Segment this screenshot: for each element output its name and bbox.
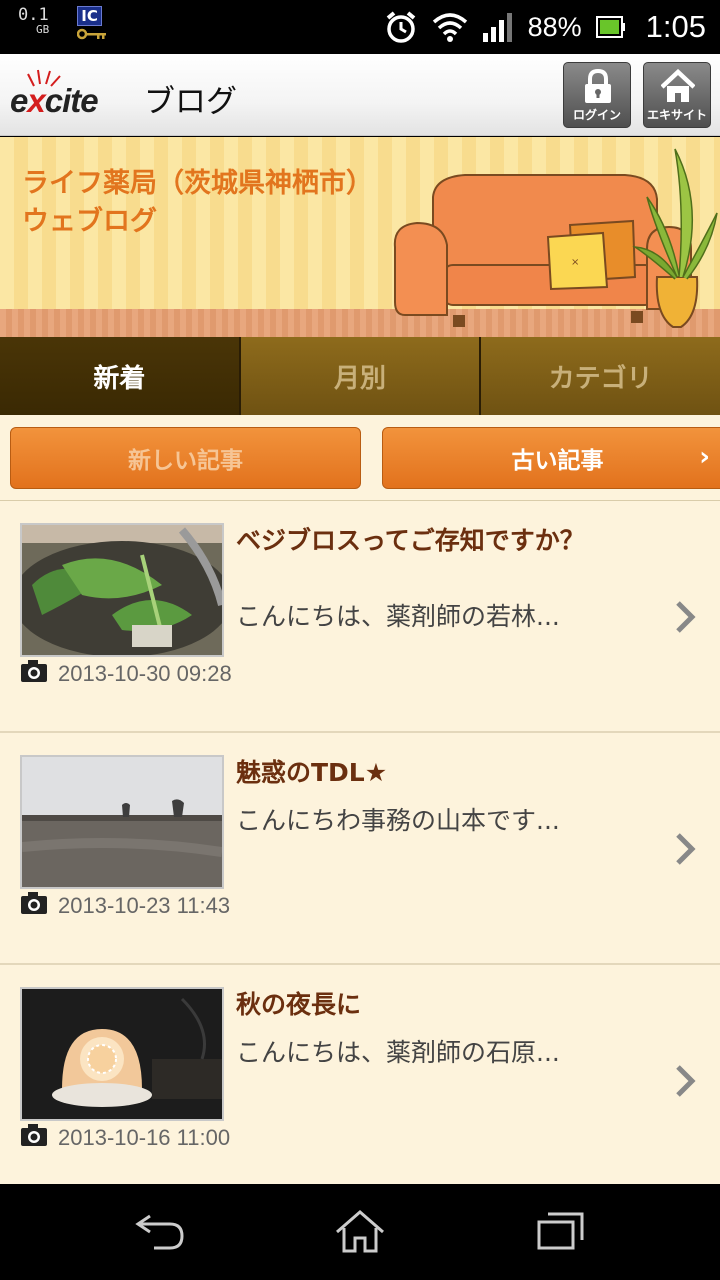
excite-logo[interactable]: excite bbox=[10, 68, 134, 122]
login-button[interactable]: ログイン bbox=[563, 62, 631, 128]
post-title: 魅惑のTDL★ bbox=[236, 758, 388, 787]
data-usage-indicator: 0.1 GB bbox=[18, 6, 49, 36]
chevron-right-icon bbox=[676, 601, 696, 633]
alarm-icon bbox=[386, 11, 415, 43]
key-icon bbox=[77, 28, 107, 40]
chevron-right-icon bbox=[676, 833, 696, 865]
newer-posts-button[interactable]: 新しい記事 bbox=[10, 427, 361, 489]
app-header: excite ブログ ログイン エキサイト bbox=[0, 54, 720, 136]
back-icon[interactable] bbox=[134, 1208, 186, 1252]
battery-icon bbox=[595, 16, 625, 38]
camera-icon bbox=[21, 892, 47, 914]
post-thumbnail bbox=[20, 523, 224, 657]
older-posts-label: 古い記事 bbox=[511, 448, 604, 474]
newer-posts-label: 新しい記事 bbox=[128, 448, 243, 474]
blog-title-line2: ウェブログ bbox=[22, 206, 157, 237]
post-excerpt: こんにちは、薬剤師の石原... bbox=[236, 1038, 560, 1067]
post-excerpt: こんにちわ事務の山本です... bbox=[236, 806, 560, 835]
data-usage-unit: GB bbox=[36, 23, 50, 36]
ic-card-icon: IC bbox=[77, 6, 107, 42]
svg-text:×: × bbox=[571, 257, 579, 268]
post-list: 新しい記事 古い記事 › ベジブロスってご存知ですか？ こんにちは、薬剤師の若林… bbox=[0, 415, 720, 1184]
battery-percent: 88% bbox=[527, 11, 582, 42]
ic-card-label: IC bbox=[77, 6, 102, 26]
status-bar: 0.1 GB IC 88% 1:05 bbox=[0, 0, 720, 54]
camera-icon bbox=[21, 1124, 47, 1146]
older-posts-button[interactable]: 古い記事 › bbox=[382, 427, 720, 489]
home-icon[interactable] bbox=[334, 1208, 386, 1254]
post-date: 2013-10-23 11:43 bbox=[58, 893, 231, 918]
clock: 1:05 bbox=[645, 9, 706, 44]
tab-new[interactable]: 新着 bbox=[0, 337, 241, 415]
system-nav-bar bbox=[0, 1184, 720, 1280]
list-item[interactable]: 秋の夜長に こんにちは、薬剤師の石原... 2013-10-16 11:00 bbox=[0, 965, 720, 1184]
lock-icon bbox=[585, 69, 611, 103]
post-title: 秋の夜長に bbox=[236, 990, 362, 1019]
post-excerpt: こんにちは、薬剤師の若林... bbox=[236, 602, 560, 631]
list-item[interactable]: ベジブロスってご存知ですか？ こんにちは、薬剤師の若林... 2013-10-3… bbox=[0, 501, 720, 733]
signal-icon bbox=[482, 13, 512, 42]
data-usage-value: 0.1 bbox=[18, 5, 49, 25]
post-date: 2013-10-16 11:00 bbox=[58, 1125, 231, 1150]
excite-label: エキサイト bbox=[646, 108, 707, 122]
tab-category[interactable]: カテゴリ bbox=[481, 337, 720, 415]
home-icon bbox=[661, 69, 695, 102]
excite-home-button[interactable]: エキサイト bbox=[643, 62, 711, 128]
wifi-icon bbox=[432, 13, 467, 42]
post-thumbnail bbox=[20, 755, 224, 889]
recent-apps-icon[interactable] bbox=[536, 1208, 586, 1252]
blog-label: ブログ bbox=[144, 84, 237, 120]
pager: 新しい記事 古い記事 › bbox=[0, 415, 720, 501]
chevron-right-icon: › bbox=[699, 442, 710, 472]
login-label: ログイン bbox=[572, 108, 621, 122]
list-item[interactable]: 魅惑のTDL★ こんにちわ事務の山本です... 2013-10-23 11:43 bbox=[0, 733, 720, 965]
blog-banner: ライフ薬局（茨城県神栖市） ウェブログ × bbox=[0, 137, 720, 337]
blog-title-line1: ライフ薬局（茨城県神栖市） bbox=[22, 168, 373, 199]
logo-text: excite bbox=[10, 82, 99, 119]
camera-icon bbox=[21, 660, 47, 682]
post-date: 2013-10-30 09:28 bbox=[58, 661, 232, 686]
post-thumbnail bbox=[20, 987, 224, 1121]
tab-bar: 新着 月別 カテゴリ bbox=[0, 337, 720, 415]
post-title: ベジブロスってご存知ですか？ bbox=[236, 526, 585, 555]
chevron-right-icon bbox=[676, 1065, 696, 1097]
blog-title[interactable]: ライフ薬局（茨城県神栖市） ウェブログ bbox=[22, 165, 402, 241]
sofa-illustration: × bbox=[393, 148, 718, 328]
tab-monthly[interactable]: 月別 bbox=[240, 337, 482, 415]
